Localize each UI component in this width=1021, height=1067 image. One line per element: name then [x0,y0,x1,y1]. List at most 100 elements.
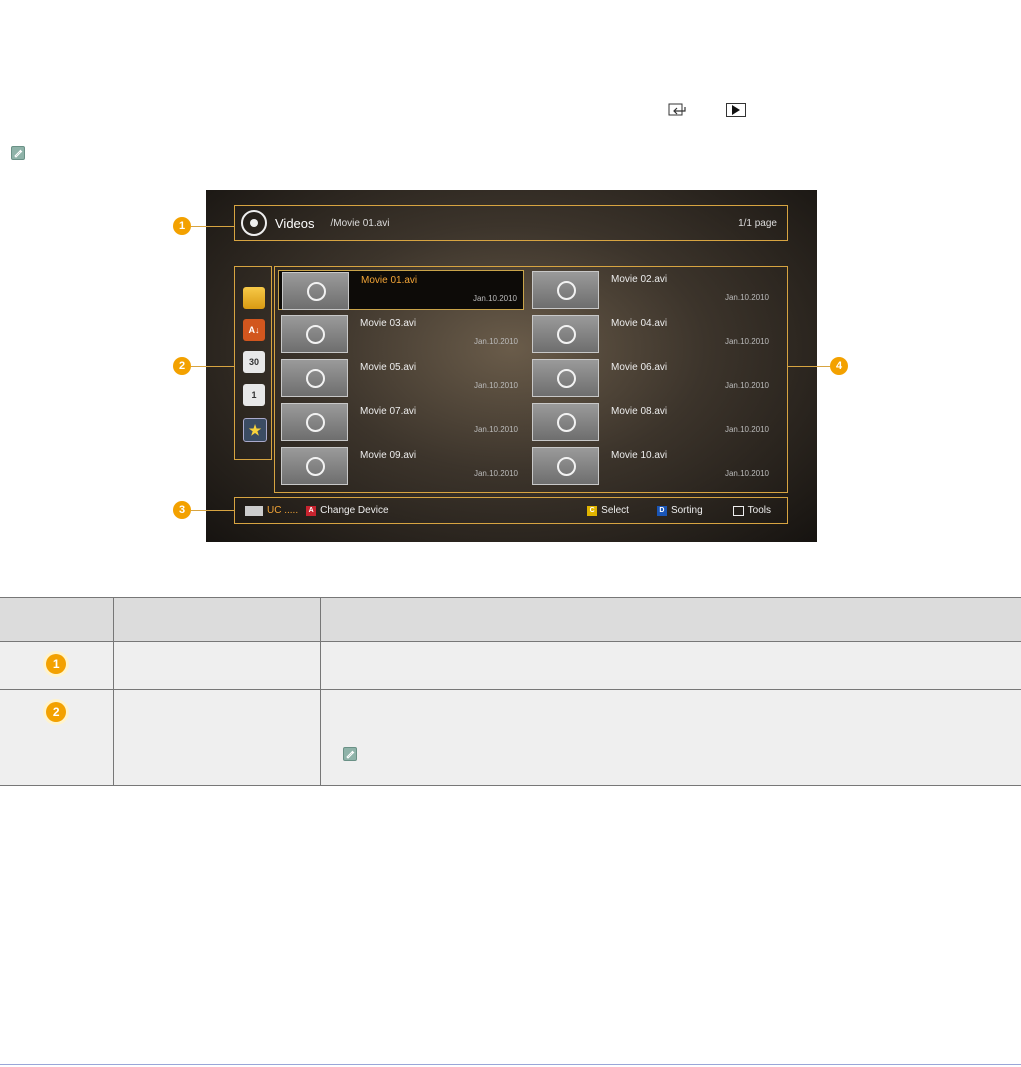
file-name: Movie 09.avi [360,450,417,461]
callout-1: 1 [173,217,191,235]
change-device-button[interactable]: A Change Device [306,505,389,516]
video-thumbnail [281,359,348,397]
film-reel-icon [306,325,325,344]
callout-4: 4 [830,357,848,375]
callout-4-leader [788,366,830,367]
file-date: Jan.10.2010 [473,469,518,478]
file-item[interactable]: Movie 04.avi Jan.10.2010 [529,314,775,354]
az-sort-icon[interactable]: A↓ [243,319,265,341]
file-name: Movie 02.avi [611,274,668,285]
tools-button[interactable]: Tools [732,505,771,516]
file-item[interactable]: Movie 05.avi Jan.10.2010 [278,358,524,398]
row-badge-2: 2 [46,702,67,722]
film-reel-icon [557,369,576,388]
favorites-star-icon[interactable]: ★ [243,418,267,442]
page-indicator: 1/1 page [738,217,777,229]
header-cell [112,597,320,642]
calendar-30-icon[interactable]: 30 [243,351,265,373]
video-thumbnail [281,315,348,353]
a-key-icon: A [306,505,317,516]
change-device-label: Change Device [320,505,389,516]
film-reel-icon [306,413,325,432]
file-name: Movie 08.avi [611,406,668,417]
table-row: 2 [0,689,1021,786]
table-cell [319,689,1021,786]
badge-cell: 2 [0,689,113,786]
file-item[interactable]: Movie 08.avi Jan.10.2010 [529,402,775,442]
play-icon [726,103,746,117]
video-thumbnail [532,447,599,485]
video-thumbnail [532,315,599,353]
callout-1-leader [191,226,234,227]
file-date: Jan.10.2010 [473,381,518,390]
d-key-icon: D [656,505,667,516]
tools-icon [732,505,744,516]
table-cell [319,641,1021,690]
callout-3-leader [191,510,234,511]
file-name: Movie 01.avi [361,275,418,286]
page-footer-rule [0,1064,1021,1065]
film-reel-icon [241,210,267,236]
file-name: Movie 07.avi [360,406,417,417]
file-item[interactable]: Movie 07.avi Jan.10.2010 [278,402,524,442]
screen-footer: UC ..... A Change Device C Select D Sort… [234,497,788,524]
top-inline-icons [668,103,746,117]
file-date: Jan.10.2010 [724,469,769,478]
film-reel-icon [557,413,576,432]
sorting-button[interactable]: D Sorting [656,505,703,516]
file-name: Movie 06.avi [611,362,668,373]
callout-3: 3 [173,501,191,519]
file-date: Jan.10.2010 [724,425,769,434]
file-item[interactable]: Movie 09.avi Jan.10.2010 [278,446,524,486]
file-grid: Movie 01.avi Jan.10.2010 Movie 02.avi Jan.1… [274,266,788,493]
film-reel-icon [307,282,326,301]
device-name: UC ..... [267,505,299,516]
file-date: Jan.10.2010 [724,293,769,302]
badge-cell: 1 [0,641,113,690]
film-reel-icon [557,457,576,476]
sort-sidebar: A↓ 30 1 ★ [234,266,272,460]
file-item[interactable]: Movie 10.avi Jan.10.2010 [529,446,775,486]
select-button[interactable]: C Select [587,505,629,516]
sorting-label: Sorting [670,505,703,516]
file-item[interactable]: Movie 06.avi Jan.10.2010 [529,358,775,398]
enter-icon [668,103,688,117]
table-cell [112,689,320,786]
film-reel-icon [306,369,325,388]
tools-label: Tools [747,505,771,516]
file-date: Jan.10.2010 [724,337,769,346]
note-icon [342,747,357,761]
row-badge-1: 1 [46,654,67,674]
calendar-1-icon[interactable]: 1 [243,384,265,406]
file-item[interactable]: Movie 02.avi Jan.10.2010 [529,270,775,310]
film-reel-icon [557,281,576,300]
header-cell [319,597,1021,642]
file-item[interactable]: Movie 03.avi Jan.10.2010 [278,314,524,354]
file-name: Movie 10.avi [611,450,668,461]
callout-2: 2 [173,357,191,375]
current-path: /Movie 01.avi [330,217,390,229]
table-header-row [0,597,1021,642]
note-icon [11,146,25,160]
file-name: Movie 05.avi [360,362,417,373]
file-item[interactable]: Movie 01.avi Jan.10.2010 [278,270,524,310]
video-thumbnail [282,272,349,310]
select-label: Select [601,505,629,516]
file-date: Jan.10.2010 [473,425,518,434]
description-table: 1 2 [0,597,1021,786]
screen-title: Videos [275,215,315,231]
header-cell [0,597,113,642]
table-row: 1 [0,641,1021,690]
file-name: Movie 03.avi [360,318,417,329]
tv-screenshot: Videos /Movie 01.avi 1/1 page A↓ 30 1 ★ … [206,190,817,542]
film-reel-icon [557,325,576,344]
film-reel-icon [306,457,325,476]
file-date: Jan.10.2010 [473,337,518,346]
screen-header: Videos /Movie 01.avi 1/1 page [234,205,788,241]
video-thumbnail [532,359,599,397]
callout-2-leader [191,366,234,367]
folder-icon[interactable] [243,287,265,309]
table-cell [112,641,320,690]
file-name: Movie 04.avi [611,318,668,329]
video-thumbnail [281,447,348,485]
